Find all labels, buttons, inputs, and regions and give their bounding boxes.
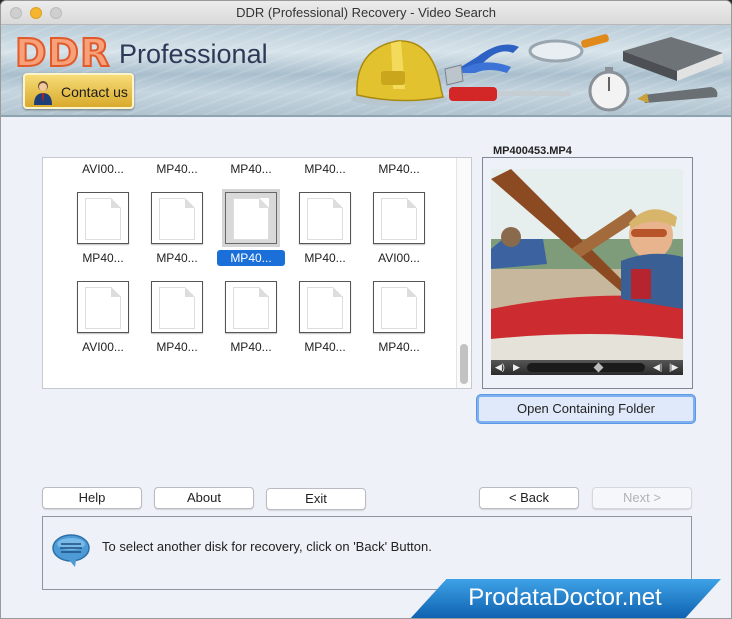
video-frame-image <box>491 169 683 374</box>
document-icon <box>159 287 195 329</box>
file-item[interactable]: MP40... <box>217 192 285 280</box>
file-thumbnail[interactable] <box>373 192 425 244</box>
document-icon <box>307 198 343 240</box>
grid-scrollbar[interactable] <box>456 158 471 388</box>
help-button[interactable]: Help <box>42 487 142 509</box>
file-name-label[interactable]: MP40... <box>291 250 359 266</box>
file-name-label[interactable]: MP40... <box>143 250 211 266</box>
file-item[interactable]: MP40... <box>147 281 207 369</box>
file-name-label[interactable]: AVI00... <box>365 250 433 266</box>
file-item[interactable]: MP40... <box>147 192 207 280</box>
window-title: DDR (Professional) Recovery - Video Sear… <box>236 5 496 20</box>
pliers-icon <box>444 44 519 86</box>
file-item[interactable]: MP40... <box>295 192 355 280</box>
file-name-label[interactable]: MP40... <box>217 161 285 177</box>
grid-scrollbar-thumb[interactable] <box>460 344 468 384</box>
video-preview[interactable] <box>491 169 683 374</box>
magnifier-icon <box>528 34 609 63</box>
person-icon <box>34 81 52 105</box>
file-name-label[interactable]: MP40... <box>143 161 211 177</box>
next-button[interactable]: Next > <box>592 487 692 509</box>
file-item[interactable]: MP40... <box>73 192 133 280</box>
step-forward-icon[interactable]: |▶ <box>669 362 678 373</box>
logo-professional: Professional <box>119 39 268 69</box>
open-containing-folder-button[interactable]: Open Containing Folder <box>477 395 695 423</box>
file-name-label[interactable]: MP40... <box>143 339 211 355</box>
zoom-window-button[interactable] <box>50 7 62 19</box>
document-icon <box>159 198 195 240</box>
document-icon <box>381 287 417 329</box>
brand-text: ProdataDoctor.net <box>468 584 662 611</box>
app-window: DDR (Professional) Recovery - Video Sear… <box>0 0 732 619</box>
contact-us-label: Contact us <box>61 84 128 100</box>
file-thumbnail[interactable] <box>299 281 351 333</box>
file-name-label[interactable]: MP40... <box>69 250 137 266</box>
file-item[interactable]: MP40... <box>369 281 429 369</box>
file-thumbnail[interactable] <box>151 192 203 244</box>
screwdriver-icon <box>449 87 571 101</box>
file-item[interactable]: MP40... <box>221 281 281 369</box>
document-icon <box>85 198 121 240</box>
file-name-label[interactable]: MP40... <box>217 339 285 355</box>
close-window-button[interactable] <box>10 7 22 19</box>
document-icon <box>233 198 269 240</box>
file-thumbnail[interactable] <box>77 281 129 333</box>
exit-button[interactable]: Exit <box>266 488 366 510</box>
play-icon[interactable]: ▶ <box>513 362 520 373</box>
status-message: To select another disk for recovery, cli… <box>102 539 432 554</box>
seek-bar-knob[interactable] <box>593 362 604 373</box>
minimize-window-button[interactable] <box>30 7 42 19</box>
pen-icon <box>637 87 718 103</box>
file-thumbnail[interactable] <box>151 281 203 333</box>
file-item[interactable]: AVI00... <box>73 158 133 191</box>
file-name-label[interactable]: AVI00... <box>69 339 137 355</box>
contact-us-button[interactable]: Contact us <box>23 73 134 109</box>
about-button[interactable]: About <box>154 487 254 509</box>
file-item[interactable]: MP40... <box>369 158 429 191</box>
file-thumbnail[interactable] <box>77 192 129 244</box>
brand-watermark: ProdataDoctor.net <box>409 579 721 618</box>
file-item[interactable]: AVI00... <box>369 192 429 280</box>
document-icon <box>85 287 121 329</box>
file-item[interactable]: AVI00... <box>73 281 133 369</box>
seek-bar[interactable] <box>527 362 645 373</box>
step-back-icon[interactable]: ◀| <box>653 362 662 373</box>
file-name-label[interactable]: MP40... <box>217 250 285 266</box>
file-thumbnail[interactable] <box>225 281 277 333</box>
back-button[interactable]: < Back <box>479 487 579 509</box>
file-thumbnail[interactable] <box>225 192 277 244</box>
tools-illustration <box>351 34 723 112</box>
preview-filename: MP400453.MP4 <box>489 145 576 157</box>
file-thumbnail[interactable] <box>299 192 351 244</box>
file-item[interactable]: MP40... <box>295 281 355 369</box>
document-icon <box>307 287 343 329</box>
volume-icon[interactable]: ◀) <box>495 362 505 373</box>
speech-bubble-icon <box>52 534 90 567</box>
book-icon <box>623 37 723 81</box>
file-name-label[interactable]: MP40... <box>291 161 359 177</box>
file-name-label[interactable]: AVI00... <box>69 161 137 177</box>
file-name-label[interactable]: MP40... <box>291 339 359 355</box>
logo-ddr: DDR <box>14 30 111 76</box>
video-controls: ◀) ▶ ◀| |▶ <box>491 360 683 375</box>
file-name-label[interactable]: MP40... <box>365 161 433 177</box>
file-name-label[interactable]: MP40... <box>365 339 433 355</box>
stopwatch-icon <box>588 67 630 112</box>
title-bar: DDR (Professional) Recovery - Video Sear… <box>1 1 731 25</box>
document-icon <box>233 287 269 329</box>
hard-hat-icon <box>351 40 447 106</box>
file-thumbnail[interactable] <box>373 281 425 333</box>
file-item[interactable]: MP40... <box>147 158 207 191</box>
file-thumbnail-grid[interactable]: AVI00... MP40... MP40... MP40... MP40... MP40… <box>42 157 472 389</box>
file-item[interactable]: MP40... <box>221 158 281 191</box>
file-item[interactable]: MP40... <box>295 158 355 191</box>
document-icon <box>381 198 417 240</box>
header-banner: DDR Professional Contact us <box>1 25 731 117</box>
